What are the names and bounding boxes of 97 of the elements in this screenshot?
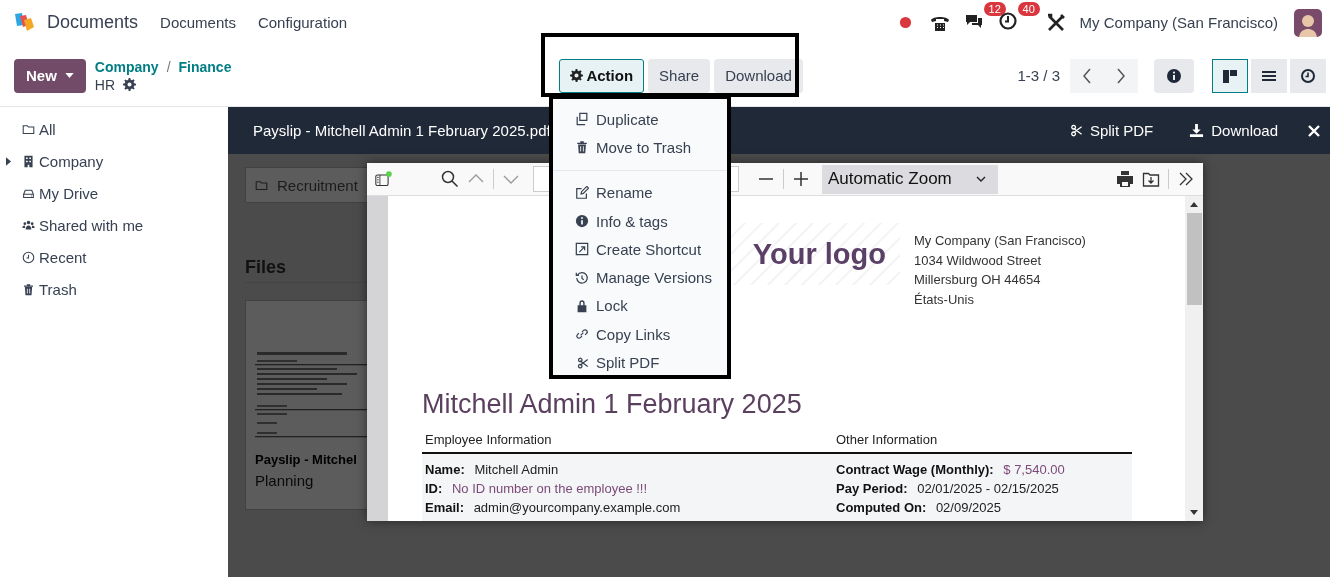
table-heading: Other Information: [836, 432, 939, 447]
menu-item[interactable]: Move to Trash: [553, 133, 727, 162]
folder-icon: [255, 178, 268, 192]
info-row-text: Name: Mitchell Admin: [425, 461, 560, 479]
document-title: Mitchell Admin 1 February 2025: [422, 389, 803, 420]
zoom-dropdown[interactable]: Automatic Zoom: [822, 164, 998, 194]
zoom-in-icon[interactable]: [792, 170, 810, 188]
action-button[interactable]: Download: [714, 58, 803, 93]
breadcrumb-separator: /: [166, 58, 171, 75]
menu-item[interactable]: Documents: [160, 14, 236, 31]
settings-icon[interactable]: [123, 78, 137, 91]
settings-icon: [570, 69, 584, 82]
sidebar-toggle-icon[interactable]: [375, 170, 393, 188]
sidebar-label[interactable]: My Drive: [39, 184, 99, 202]
info-row-text: Pay Period: 02/01/2025 - 02/15/2025: [836, 480, 1060, 498]
chevron-left-icon: [1082, 67, 1092, 84]
clock-icon: [22, 250, 35, 264]
address-line: 1034 Wildwood Street: [914, 251, 1043, 270]
next-button[interactable]: [1104, 58, 1138, 93]
viewer-button[interactable]: Split PDF: [1061, 121, 1160, 140]
avatar-icon[interactable]: [1294, 8, 1322, 37]
scroll-down-icon[interactable]: [1190, 510, 1198, 515]
address-line: My Company (San Francisco): [914, 232, 1086, 250]
clock-icon: [1300, 67, 1316, 84]
menu-item[interactable]: Configuration: [257, 14, 348, 31]
new-button[interactable]: New: [14, 58, 86, 93]
search-icon[interactable]: [441, 170, 459, 188]
info-row-text: Computed On: 02/09/2025: [836, 499, 1002, 517]
sidebar-label[interactable]: Company: [39, 152, 104, 170]
breadcrumb-link[interactable]: Finance: [178, 58, 232, 75]
history-icon: [575, 270, 589, 285]
menu-item[interactable]: Duplicate: [553, 105, 727, 134]
sidebar-label[interactable]: Recent: [39, 248, 87, 266]
info-button[interactable]: [1154, 58, 1194, 93]
sidebar-item[interactable]: Trash: [0, 273, 228, 305]
scrollbar[interactable]: [1185, 196, 1203, 521]
menu-item[interactable]: Rename: [553, 178, 727, 207]
close-icon[interactable]: [1308, 124, 1320, 137]
expand-caret-icon[interactable]: [6, 156, 11, 166]
sidebar-item[interactable]: My Drive: [0, 177, 228, 209]
current-folder: HR: [94, 76, 116, 93]
save-icon[interactable]: [1142, 170, 1160, 188]
address-line: États-Unis: [914, 290, 975, 309]
menu-item[interactable]: Lock: [553, 291, 727, 321]
sidebar-item[interactable]: Shared with me: [0, 209, 228, 241]
viewer-button[interactable]: Download: [1183, 121, 1284, 140]
breadcrumb-link[interactable]: Company: [94, 58, 159, 75]
action-button[interactable]: Action: [559, 58, 645, 93]
caret-icon: [64, 73, 74, 78]
info-row-text: ID: No ID number on the employee !!!: [425, 480, 649, 498]
lock-icon: [575, 298, 589, 313]
download-icon: [1189, 123, 1205, 138]
viewer-title: Payslip - Mitchell Admin 1 February 2025.pdf: [253, 122, 551, 139]
action-button[interactable]: Share: [648, 58, 711, 93]
link-icon: [575, 327, 589, 342]
table-heading: Employee Information: [425, 432, 553, 447]
trash-icon: [575, 140, 589, 155]
record-icon[interactable]: [898, 16, 912, 29]
kanban-icon: [1222, 67, 1238, 84]
sidebar-item[interactable]: Company: [0, 145, 228, 177]
company-switcher[interactable]: My Company (San Francisco): [1079, 14, 1278, 31]
sidebar-label[interactable]: Shared with me: [39, 216, 144, 234]
double-chevron-icon[interactable]: [1177, 170, 1195, 188]
users-icon: [22, 218, 35, 232]
copy-icon: [575, 112, 589, 127]
folder-icon: [22, 122, 35, 136]
app-name[interactable]: Documents: [47, 12, 139, 33]
chevron-right-icon: [1116, 67, 1126, 84]
sidebar-item[interactable]: All: [0, 113, 228, 145]
sidebar-item[interactable]: Recent: [0, 241, 228, 273]
file-name: Payslip - Mitchel: [255, 452, 357, 467]
chevron-down-icon: [975, 176, 986, 182]
info-icon: [575, 214, 589, 229]
scissors-icon: [575, 355, 589, 370]
building-icon: [22, 154, 35, 168]
menu-item[interactable]: Info & tags: [553, 206, 727, 236]
pager-text: 1-3 / 3: [1017, 67, 1060, 84]
pencil-icon: [575, 185, 589, 200]
scrollbar-thumb[interactable]: [1186, 213, 1202, 305]
print-icon[interactable]: [1116, 170, 1134, 188]
view-switch-button[interactable]: [1212, 58, 1248, 93]
message-count-badge: 12: [983, 1, 1006, 16]
shortcut-icon: [575, 242, 589, 257]
scroll-up-icon[interactable]: [1190, 202, 1198, 207]
address-line: Millersburg OH 44654: [914, 271, 1042, 289]
info-icon: [1166, 67, 1182, 84]
trash-icon: [22, 282, 35, 296]
logo-text: Your logo: [752, 237, 886, 271]
menu-item[interactable]: Copy Links: [553, 320, 727, 349]
previous-button[interactable]: [1070, 58, 1104, 93]
info-row-text: Email: admin@yourcompany.example.com: [425, 499, 682, 517]
sidebar-label[interactable]: All: [39, 120, 56, 138]
folder-label: Planning: [255, 472, 314, 489]
sidebar-label[interactable]: Trash: [39, 280, 77, 298]
menu-item[interactable]: Split PDF: [553, 348, 727, 377]
activity-count-badge: 40: [1017, 1, 1040, 16]
info-row-text: Contract Wage (Monthly): $ 7,540.00: [836, 461, 1066, 479]
